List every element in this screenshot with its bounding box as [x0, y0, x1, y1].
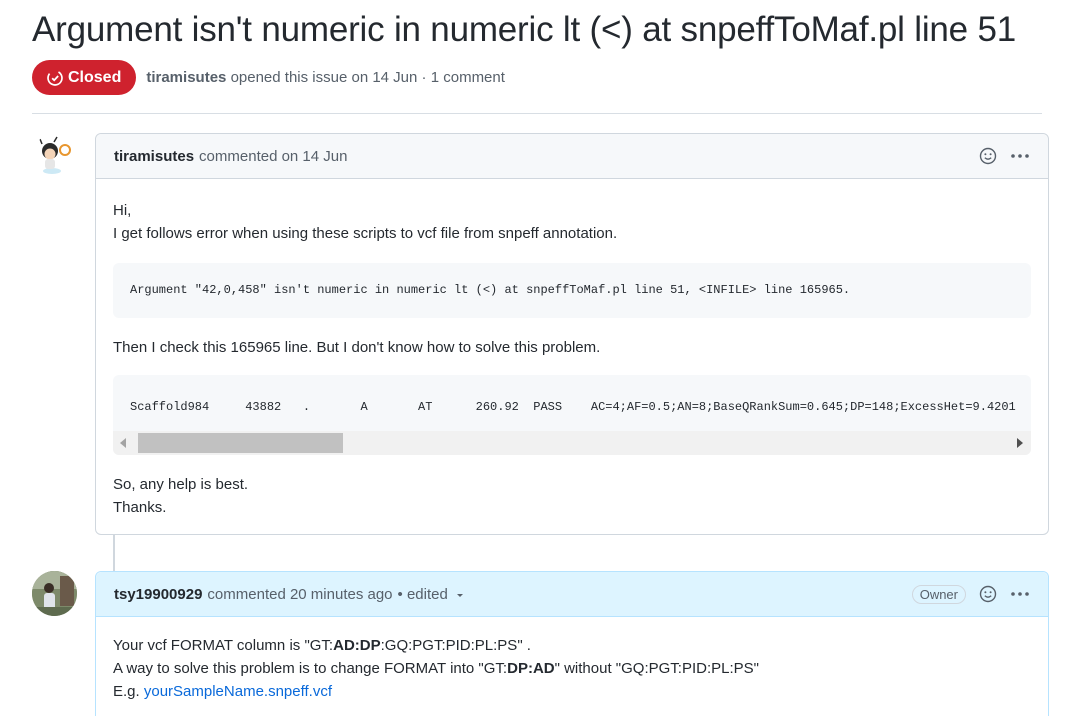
edited-dropdown[interactable]: • edited [398, 586, 465, 603]
kebab-menu-icon[interactable] [1010, 584, 1030, 604]
kebab-menu-icon[interactable] [1010, 146, 1030, 166]
comment-author-link[interactable]: tiramisutes [114, 148, 194, 165]
code-text: Argument "42,0,458" isn't numeric in num… [130, 283, 851, 297]
issue-closed-icon [47, 69, 63, 86]
comment-2: tsy19900929 commented 20 minutes ago • e… [95, 571, 1049, 716]
comment-author-link[interactable]: tsy19900929 [114, 586, 202, 603]
file-link[interactable]: yourSampleName.snpeff.vcf [144, 683, 332, 700]
state-badge: Closed [32, 60, 137, 95]
comment-2-header: tsy19900929 commented 20 minutes ago • e… [96, 572, 1048, 617]
body-line: Thanks. [113, 499, 167, 516]
body-line: E.g. yourSampleName.snpeff.vcf [113, 683, 333, 700]
comment-2-body: Your vcf FORMAT column is "GT:AD:DP:GQ:P… [96, 617, 1048, 703]
avatar-tiramisutes[interactable] [32, 134, 77, 179]
issue-opened-text: tiramisutes opened this issue on 14 Jun … [146, 69, 505, 86]
avatar-tsy19900929[interactable] [32, 571, 77, 616]
scrollbar-thumb[interactable] [138, 433, 343, 453]
timeline-connector [113, 534, 115, 572]
horizontal-scrollbar[interactable] [113, 431, 1031, 455]
issue-meta: Closed tiramisutes opened this issue on … [32, 60, 505, 95]
avatar-illustration-icon [32, 134, 77, 179]
issue-author-link[interactable]: tiramisutes [146, 69, 226, 86]
comment-count: 1 comment [430, 69, 505, 86]
comment-timestamp[interactable]: commented on 14 Jun [199, 148, 347, 165]
code-block-vcf-line: Scaffold984 43882 . A AT 260.92 PASS AC=… [113, 375, 1031, 455]
comment-1-header: tiramisutes commented on 14 Jun [96, 134, 1048, 179]
body-line: So, any help is best. [113, 476, 249, 493]
code-text: Scaffold984 43882 . A AT 260.92 PASS AC=… [130, 400, 1016, 414]
comment-1-body: Hi, I get follows error when using these… [96, 179, 1048, 519]
edited-label: • edited [397, 585, 448, 603]
issue-title: Argument isn't numeric in numeric lt (<)… [32, 10, 1016, 49]
scroll-right-icon[interactable] [1017, 438, 1023, 448]
avatar-photo-icon [32, 571, 77, 616]
state-label: Closed [68, 68, 122, 86]
comment-timestamp[interactable]: commented 20 minutes ago [207, 586, 392, 603]
body-line: Then I check this 165965 line. But I don… [113, 339, 601, 356]
opened-label: opened this issue on 14 Jun [230, 69, 418, 86]
body-greeting: Hi, [113, 202, 132, 219]
owner-badge: Owner [911, 584, 966, 604]
scroll-left-icon[interactable] [120, 438, 126, 448]
code-block-error: Argument "42,0,458" isn't numeric in num… [113, 263, 1031, 318]
reaction-smiley-icon[interactable] [978, 584, 998, 604]
body-line: A way to solve this problem is to change… [113, 660, 759, 677]
body-line: Your vcf FORMAT column is "GT:AD:DP:GQ:P… [113, 637, 531, 654]
header-divider [32, 113, 1042, 114]
meta-separator: · [421, 69, 427, 86]
body-line: I get follows error when using these scr… [113, 225, 618, 242]
chevron-down-icon [457, 593, 463, 597]
reaction-smiley-icon[interactable] [978, 146, 998, 166]
comment-1: tiramisutes commented on 14 Jun Hi, I ge… [95, 133, 1049, 535]
